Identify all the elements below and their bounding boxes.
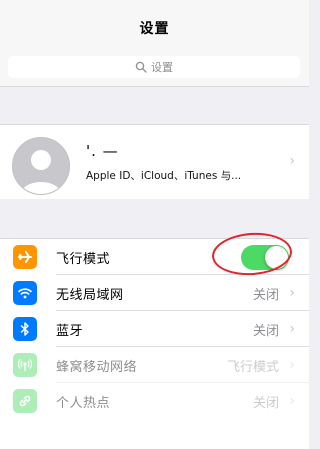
apple-id-row[interactable]: '. — Apple ID、iCloud、iTunes 与... › (0, 124, 309, 200)
search-icon (135, 61, 147, 73)
row-value: 关闭 (252, 323, 279, 339)
chevron-right-icon: › (289, 357, 295, 373)
row-value: 关闭 (252, 395, 279, 411)
row-value: 关闭 (252, 287, 279, 303)
row-label: 无线局域网 (56, 287, 124, 303)
wifi-row[interactable]: 无线局域网 关闭 › (0, 275, 309, 311)
search-input[interactable]: 设置 (8, 56, 300, 78)
profile-subtitle: Apple ID、iCloud、iTunes 与... (86, 170, 242, 182)
row-label: 蜂窝移动网络 (56, 359, 138, 375)
avatar (12, 137, 70, 195)
person-icon (13, 138, 69, 194)
section-spacer (0, 87, 309, 124)
row-label: 个人热点 (56, 395, 111, 411)
bluetooth-icon (13, 317, 37, 341)
row-label: 蓝牙 (56, 323, 84, 339)
row-value: 飞行模式 (226, 359, 279, 375)
navigation-bar: 设置 (0, 0, 309, 48)
hotspot-icon (13, 389, 37, 413)
profile-name: '. — (86, 142, 119, 160)
row-label: 飞行模式 (56, 251, 111, 267)
airplane-icon (13, 245, 37, 269)
chevron-right-icon: › (289, 153, 295, 169)
hotspot-row[interactable]: 个人热点 关闭 › (0, 383, 309, 419)
bluetooth-row[interactable]: 蓝牙 关闭 › (0, 311, 309, 347)
chevron-right-icon: › (289, 285, 295, 301)
chevron-right-icon: › (289, 393, 295, 409)
page-title: 设置 (139, 21, 170, 37)
cellular-icon (13, 353, 37, 377)
search-bar: 设置 (0, 48, 309, 87)
wifi-icon (13, 281, 37, 305)
search-placeholder: 设置 (151, 61, 173, 74)
chevron-right-icon: › (289, 321, 295, 337)
cellular-row[interactable]: 蜂窝移动网络 飞行模式 › (0, 347, 309, 383)
